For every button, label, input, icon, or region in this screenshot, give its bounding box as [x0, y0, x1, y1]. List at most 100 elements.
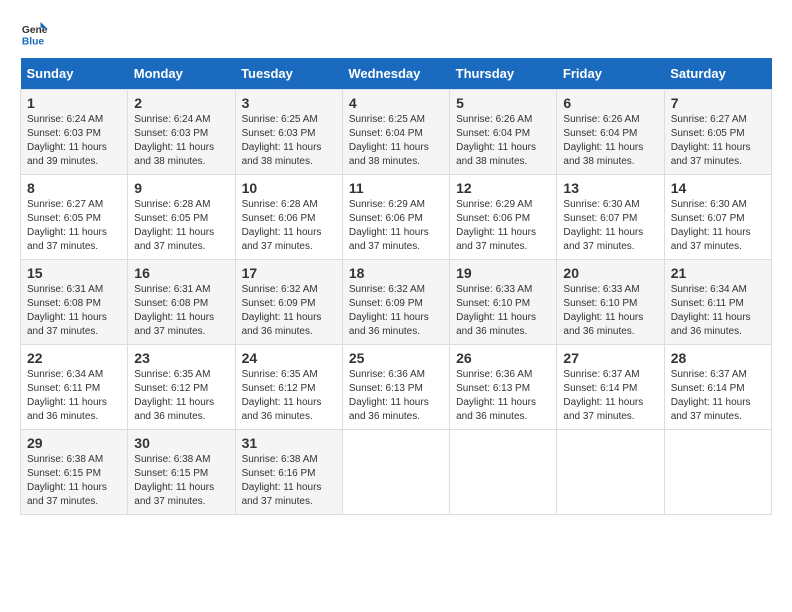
day-info: Sunrise: 6:25 AM Sunset: 6:03 PM Dayligh… — [242, 113, 336, 169]
day-number: 17 — [242, 265, 336, 281]
day-info: Sunrise: 6:38 AM Sunset: 6:15 PM Dayligh… — [134, 453, 228, 509]
calendar-week-2: 8 Sunrise: 6:27 AM Sunset: 6:05 PM Dayli… — [21, 175, 772, 260]
calendar-day-26: 26 Sunrise: 6:36 AM Sunset: 6:13 PM Dayl… — [450, 345, 557, 430]
day-info: Sunrise: 6:37 AM Sunset: 6:14 PM Dayligh… — [671, 368, 765, 424]
day-number: 29 — [27, 435, 121, 451]
day-number: 2 — [134, 95, 228, 111]
calendar-day-13: 13 Sunrise: 6:30 AM Sunset: 6:07 PM Dayl… — [557, 175, 664, 260]
calendar-day-4: 4 Sunrise: 6:25 AM Sunset: 6:04 PM Dayli… — [342, 90, 449, 175]
header-friday: Friday — [557, 58, 664, 90]
page-header: General Blue — [20, 20, 772, 48]
day-number: 31 — [242, 435, 336, 451]
day-info: Sunrise: 6:31 AM Sunset: 6:08 PM Dayligh… — [134, 283, 228, 339]
day-number: 10 — [242, 180, 336, 196]
day-info: Sunrise: 6:30 AM Sunset: 6:07 PM Dayligh… — [563, 198, 657, 254]
day-info: Sunrise: 6:37 AM Sunset: 6:14 PM Dayligh… — [563, 368, 657, 424]
day-info: Sunrise: 6:33 AM Sunset: 6:10 PM Dayligh… — [563, 283, 657, 339]
day-number: 6 — [563, 95, 657, 111]
day-number: 28 — [671, 350, 765, 366]
calendar-day-21: 21 Sunrise: 6:34 AM Sunset: 6:11 PM Dayl… — [664, 260, 771, 345]
header-wednesday: Wednesday — [342, 58, 449, 90]
day-number: 14 — [671, 180, 765, 196]
svg-text:Blue: Blue — [22, 36, 45, 47]
calendar-day-14: 14 Sunrise: 6:30 AM Sunset: 6:07 PM Dayl… — [664, 175, 771, 260]
day-info: Sunrise: 6:35 AM Sunset: 6:12 PM Dayligh… — [242, 368, 336, 424]
day-info: Sunrise: 6:26 AM Sunset: 6:04 PM Dayligh… — [563, 113, 657, 169]
day-number: 13 — [563, 180, 657, 196]
calendar-day-27: 27 Sunrise: 6:37 AM Sunset: 6:14 PM Dayl… — [557, 345, 664, 430]
calendar-day-31: 31 Sunrise: 6:38 AM Sunset: 6:16 PM Dayl… — [235, 430, 342, 515]
calendar-day-17: 17 Sunrise: 6:32 AM Sunset: 6:09 PM Dayl… — [235, 260, 342, 345]
header-saturday: Saturday — [664, 58, 771, 90]
calendar-day-18: 18 Sunrise: 6:32 AM Sunset: 6:09 PM Dayl… — [342, 260, 449, 345]
day-number: 8 — [27, 180, 121, 196]
calendar-day-9: 9 Sunrise: 6:28 AM Sunset: 6:05 PM Dayli… — [128, 175, 235, 260]
calendar-header-row: SundayMondayTuesdayWednesdayThursdayFrid… — [21, 58, 772, 90]
day-info: Sunrise: 6:34 AM Sunset: 6:11 PM Dayligh… — [27, 368, 121, 424]
day-number: 3 — [242, 95, 336, 111]
logo: General Blue — [20, 20, 52, 48]
day-number: 9 — [134, 180, 228, 196]
calendar-day-29: 29 Sunrise: 6:38 AM Sunset: 6:15 PM Dayl… — [21, 430, 128, 515]
day-number: 18 — [349, 265, 443, 281]
day-info: Sunrise: 6:25 AM Sunset: 6:04 PM Dayligh… — [349, 113, 443, 169]
header-monday: Monday — [128, 58, 235, 90]
day-info: Sunrise: 6:24 AM Sunset: 6:03 PM Dayligh… — [27, 113, 121, 169]
day-number: 1 — [27, 95, 121, 111]
calendar-day-24: 24 Sunrise: 6:35 AM Sunset: 6:12 PM Dayl… — [235, 345, 342, 430]
day-info: Sunrise: 6:29 AM Sunset: 6:06 PM Dayligh… — [349, 198, 443, 254]
day-info: Sunrise: 6:27 AM Sunset: 6:05 PM Dayligh… — [27, 198, 121, 254]
calendar-day-30: 30 Sunrise: 6:38 AM Sunset: 6:15 PM Dayl… — [128, 430, 235, 515]
calendar-day-11: 11 Sunrise: 6:29 AM Sunset: 6:06 PM Dayl… — [342, 175, 449, 260]
calendar-week-4: 22 Sunrise: 6:34 AM Sunset: 6:11 PM Dayl… — [21, 345, 772, 430]
day-info: Sunrise: 6:28 AM Sunset: 6:05 PM Dayligh… — [134, 198, 228, 254]
empty-cell — [450, 430, 557, 515]
day-info: Sunrise: 6:26 AM Sunset: 6:04 PM Dayligh… — [456, 113, 550, 169]
calendar-day-8: 8 Sunrise: 6:27 AM Sunset: 6:05 PM Dayli… — [21, 175, 128, 260]
empty-cell — [664, 430, 771, 515]
day-number: 27 — [563, 350, 657, 366]
day-number: 22 — [27, 350, 121, 366]
day-number: 15 — [27, 265, 121, 281]
logo-icon: General Blue — [20, 20, 48, 48]
day-number: 11 — [349, 180, 443, 196]
day-number: 26 — [456, 350, 550, 366]
calendar-week-5: 29 Sunrise: 6:38 AM Sunset: 6:15 PM Dayl… — [21, 430, 772, 515]
calendar-day-23: 23 Sunrise: 6:35 AM Sunset: 6:12 PM Dayl… — [128, 345, 235, 430]
day-number: 24 — [242, 350, 336, 366]
calendar-day-7: 7 Sunrise: 6:27 AM Sunset: 6:05 PM Dayli… — [664, 90, 771, 175]
day-number: 20 — [563, 265, 657, 281]
header-thursday: Thursday — [450, 58, 557, 90]
calendar-day-15: 15 Sunrise: 6:31 AM Sunset: 6:08 PM Dayl… — [21, 260, 128, 345]
calendar-day-6: 6 Sunrise: 6:26 AM Sunset: 6:04 PM Dayli… — [557, 90, 664, 175]
day-number: 19 — [456, 265, 550, 281]
header-tuesday: Tuesday — [235, 58, 342, 90]
calendar-table: SundayMondayTuesdayWednesdayThursdayFrid… — [20, 58, 772, 515]
day-info: Sunrise: 6:29 AM Sunset: 6:06 PM Dayligh… — [456, 198, 550, 254]
day-info: Sunrise: 6:27 AM Sunset: 6:05 PM Dayligh… — [671, 113, 765, 169]
day-info: Sunrise: 6:32 AM Sunset: 6:09 PM Dayligh… — [349, 283, 443, 339]
day-info: Sunrise: 6:32 AM Sunset: 6:09 PM Dayligh… — [242, 283, 336, 339]
calendar-day-25: 25 Sunrise: 6:36 AM Sunset: 6:13 PM Dayl… — [342, 345, 449, 430]
day-info: Sunrise: 6:36 AM Sunset: 6:13 PM Dayligh… — [456, 368, 550, 424]
day-number: 4 — [349, 95, 443, 111]
day-number: 30 — [134, 435, 228, 451]
calendar-day-16: 16 Sunrise: 6:31 AM Sunset: 6:08 PM Dayl… — [128, 260, 235, 345]
calendar-day-3: 3 Sunrise: 6:25 AM Sunset: 6:03 PM Dayli… — [235, 90, 342, 175]
day-number: 25 — [349, 350, 443, 366]
day-info: Sunrise: 6:38 AM Sunset: 6:15 PM Dayligh… — [27, 453, 121, 509]
calendar-day-28: 28 Sunrise: 6:37 AM Sunset: 6:14 PM Dayl… — [664, 345, 771, 430]
day-info: Sunrise: 6:38 AM Sunset: 6:16 PM Dayligh… — [242, 453, 336, 509]
day-number: 7 — [671, 95, 765, 111]
day-number: 5 — [456, 95, 550, 111]
calendar-week-3: 15 Sunrise: 6:31 AM Sunset: 6:08 PM Dayl… — [21, 260, 772, 345]
day-info: Sunrise: 6:36 AM Sunset: 6:13 PM Dayligh… — [349, 368, 443, 424]
calendar-day-12: 12 Sunrise: 6:29 AM Sunset: 6:06 PM Dayl… — [450, 175, 557, 260]
calendar-day-1: 1 Sunrise: 6:24 AM Sunset: 6:03 PM Dayli… — [21, 90, 128, 175]
day-info: Sunrise: 6:34 AM Sunset: 6:11 PM Dayligh… — [671, 283, 765, 339]
calendar-day-2: 2 Sunrise: 6:24 AM Sunset: 6:03 PM Dayli… — [128, 90, 235, 175]
day-info: Sunrise: 6:31 AM Sunset: 6:08 PM Dayligh… — [27, 283, 121, 339]
day-number: 23 — [134, 350, 228, 366]
header-sunday: Sunday — [21, 58, 128, 90]
day-info: Sunrise: 6:33 AM Sunset: 6:10 PM Dayligh… — [456, 283, 550, 339]
